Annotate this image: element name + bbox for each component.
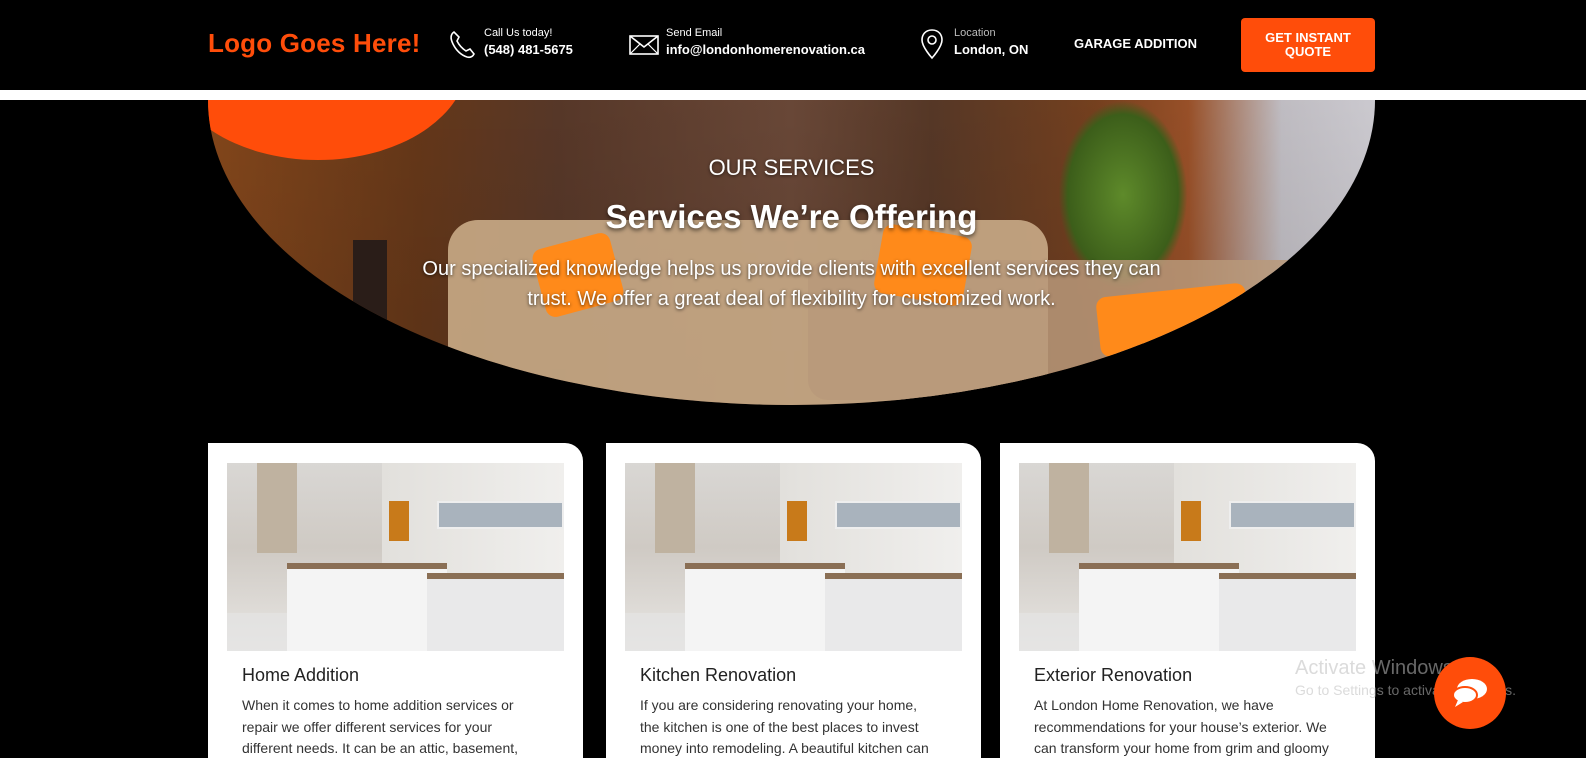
kitchen-image bbox=[227, 463, 564, 651]
header-divider bbox=[0, 90, 1586, 100]
kitchen-image bbox=[625, 463, 962, 651]
phone-contact[interactable]: Call Us today! (548) 481-5675 bbox=[446, 26, 573, 62]
email-label: Send Email bbox=[666, 27, 723, 39]
phone-number: (548) 481-5675 bbox=[484, 42, 573, 57]
phone-icon bbox=[450, 30, 475, 59]
service-card-text: If you are considering renovating your h… bbox=[640, 697, 929, 756]
hero-eyebrow: OUR SERVICES bbox=[708, 155, 875, 180]
service-card-title[interactable]: Home Addition bbox=[242, 665, 359, 686]
hero-vase bbox=[353, 240, 387, 405]
chat-bubbles-icon bbox=[1452, 679, 1487, 707]
service-card-text: At London Home Renovation, we have recom… bbox=[1034, 697, 1329, 756]
email-address: info@londonhomerenovation.ca bbox=[666, 42, 866, 57]
service-card-title[interactable]: Kitchen Renovation bbox=[640, 665, 796, 686]
phone-label: Call Us today! bbox=[484, 27, 553, 39]
site-logo[interactable]: Logo Goes Here! bbox=[208, 28, 420, 59]
hero-title: Services We’re Offering bbox=[605, 198, 978, 235]
get-instant-quote-button[interactable]: GET INSTANT QUOTE bbox=[1241, 18, 1375, 72]
location-contact: Location London, ON bbox=[916, 26, 1028, 62]
location-value: London, ON bbox=[954, 42, 1029, 57]
chat-button[interactable] bbox=[1434, 657, 1506, 729]
service-card-text: When it comes to home addition services … bbox=[242, 697, 519, 756]
service-card-title[interactable]: Exterior Renovation bbox=[1034, 665, 1192, 686]
site-header: Logo Goes Here! Call Us today! (548) 481… bbox=[0, 0, 1586, 90]
location-label: Location bbox=[954, 27, 996, 39]
kitchen-image bbox=[1019, 463, 1356, 651]
email-contact[interactable]: Send Email info@londonhomerenovation.ca bbox=[628, 26, 865, 62]
hero-description: Our specialized knowledge helps us provi… bbox=[422, 258, 1161, 310]
nav-garage-addition[interactable]: GARAGE ADDITION bbox=[1074, 36, 1197, 51]
mail-icon bbox=[629, 35, 659, 55]
service-card-kitchen-renovation[interactable]: Kitchen Renovation If you are considerin… bbox=[606, 443, 981, 758]
service-card-home-addition[interactable]: Home Addition When it comes to home addi… bbox=[208, 443, 583, 758]
service-card-exterior-renovation[interactable]: Exterior Renovation At London Home Renov… bbox=[1000, 443, 1375, 758]
services-hero: OUR SERVICES Services We’re Offering Our… bbox=[208, 100, 1375, 405]
location-pin-icon bbox=[921, 29, 943, 60]
